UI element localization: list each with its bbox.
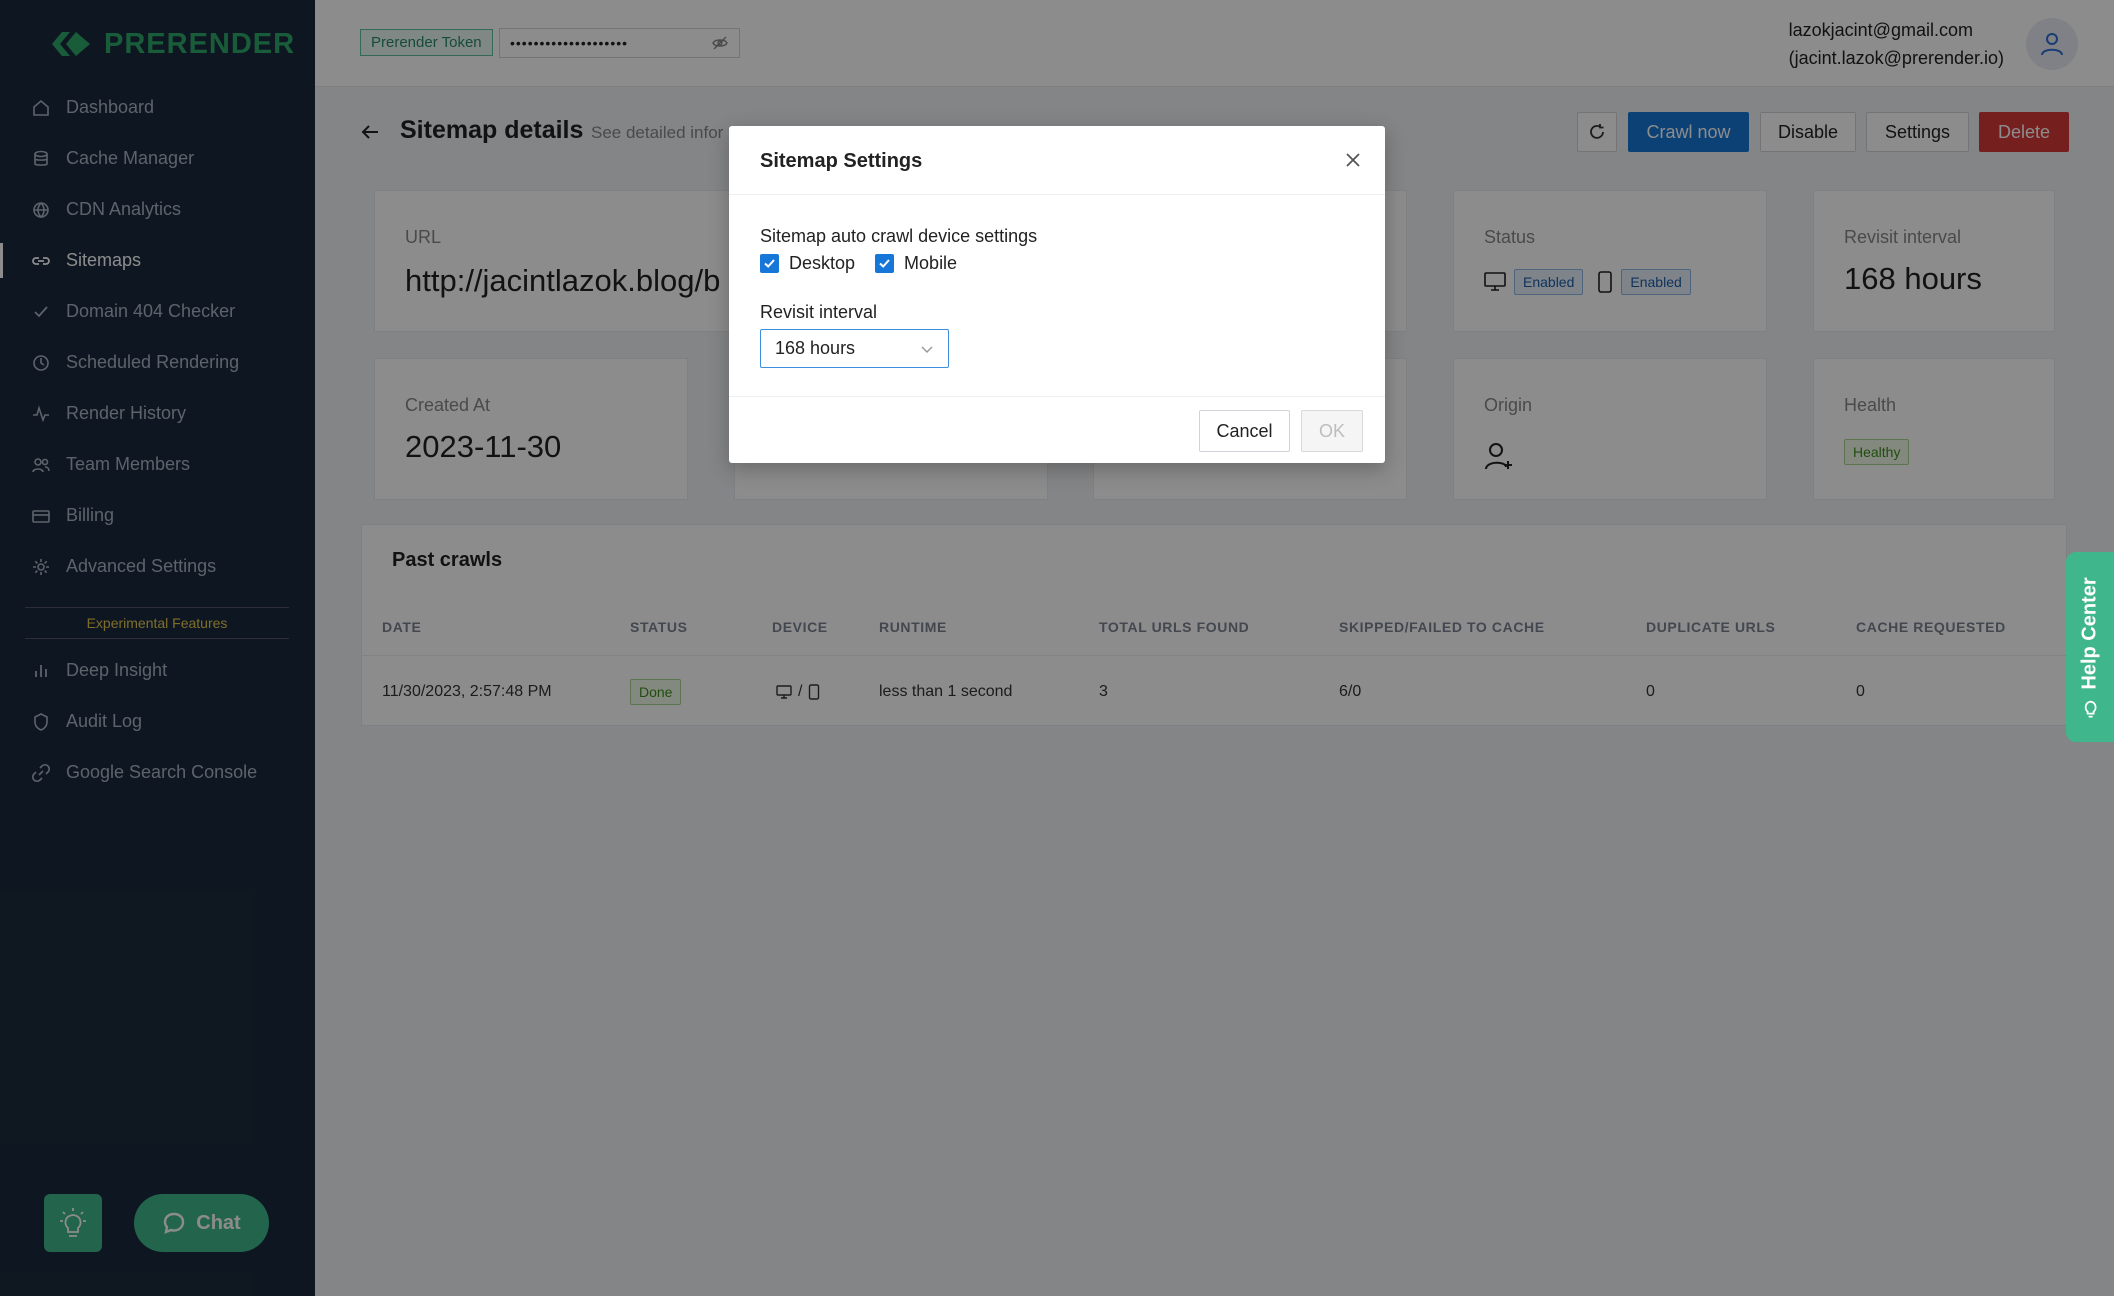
modal-body: Sitemap auto crawl device settings Deskt… bbox=[760, 226, 1354, 368]
desktop-checkbox[interactable]: Desktop bbox=[760, 253, 855, 274]
help-center-tab[interactable]: Help Center bbox=[2066, 552, 2114, 742]
modal-title: Sitemap Settings bbox=[760, 150, 923, 172]
desktop-checkbox-label: Desktop bbox=[789, 253, 856, 273]
revisit-interval-select[interactable]: 168 hours bbox=[760, 329, 949, 368]
checkbox-checked-icon[interactable] bbox=[875, 254, 895, 273]
modal-footer: Cancel OK bbox=[729, 396, 1385, 463]
close-icon[interactable] bbox=[1343, 150, 1363, 170]
mobile-checkbox-label: Mobile bbox=[904, 253, 958, 273]
modal-header: Sitemap Settings bbox=[729, 126, 1385, 195]
revisit-interval-label: Revisit interval bbox=[760, 302, 878, 322]
device-checkboxes: Desktop Mobile bbox=[760, 253, 1354, 274]
ok-button[interactable]: OK bbox=[1301, 410, 1363, 452]
cancel-button[interactable]: Cancel bbox=[1199, 410, 1290, 452]
help-center-label: Help Center bbox=[2078, 576, 2101, 690]
sitemap-settings-modal: Sitemap Settings Sitemap auto crawl devi… bbox=[729, 126, 1385, 463]
lightbulb-icon bbox=[2084, 700, 2096, 718]
device-settings-label: Sitemap auto crawl device settings bbox=[760, 226, 1038, 246]
revisit-interval-value: 168 hours bbox=[775, 338, 856, 358]
checkbox-checked-icon[interactable] bbox=[760, 254, 779, 273]
chevron-down-icon bbox=[921, 345, 933, 353]
mobile-checkbox[interactable]: Mobile bbox=[875, 253, 957, 274]
